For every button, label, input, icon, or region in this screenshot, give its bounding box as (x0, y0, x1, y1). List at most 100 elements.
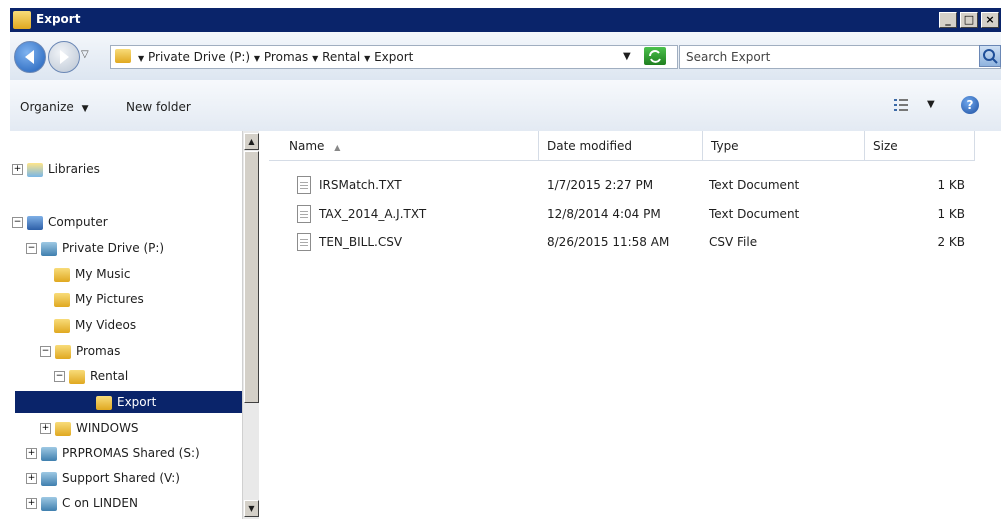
tree-item-support-shared[interactable]: + Support Shared (V:) (26, 467, 180, 489)
breadcrumb-item-promas[interactable]: Promas (264, 50, 308, 64)
tree-item-label: My Videos (75, 318, 137, 332)
column-header-type[interactable]: Type (703, 131, 865, 161)
chevron-down-icon: ▼ (81, 104, 89, 114)
tree-item-label: My Pictures (75, 292, 144, 306)
collapse-icon[interactable]: − (12, 217, 23, 228)
breadcrumb-item-rental[interactable]: Rental (322, 50, 360, 64)
close-button[interactable]: × (981, 12, 999, 28)
tree-item-private-drive[interactable]: − Private Drive (P:) (26, 237, 164, 259)
tree-item-c-on-linden[interactable]: + C on LINDEN (26, 492, 138, 514)
title-bar[interactable]: Export _ □ × (10, 8, 1001, 32)
tree-item-computer[interactable]: − Computer (12, 211, 108, 233)
new-folder-button[interactable]: New folder (126, 100, 191, 114)
tree-item-my-music[interactable]: My Music (54, 263, 130, 285)
folder-icon (115, 49, 131, 63)
view-details-icon (894, 99, 908, 111)
change-view-button[interactable] (894, 98, 908, 112)
maximize-button[interactable]: □ (960, 12, 978, 28)
expand-icon[interactable]: + (40, 423, 51, 434)
tree-item-prpromas-shared[interactable]: + PRPROMAS Shared (S:) (26, 442, 200, 464)
collapse-icon[interactable]: − (40, 346, 51, 357)
file-row[interactable]: IRSMatch.TXT 1/7/2015 2:27 PM Text Docum… (259, 173, 1001, 197)
libraries-icon (27, 162, 43, 177)
tree-item-label: PRPROMAS Shared (S:) (62, 446, 200, 460)
expand-icon[interactable]: + (26, 473, 37, 484)
address-dropdown-icon[interactable]: ▼ (623, 51, 631, 62)
help-button[interactable]: ? (961, 96, 979, 114)
tree-item-my-videos[interactable]: My Videos (54, 314, 136, 336)
tree-item-label: Support Shared (V:) (62, 471, 180, 485)
back-button[interactable] (14, 41, 46, 73)
network-drive-icon (41, 471, 57, 486)
pictures-folder-icon (54, 292, 70, 307)
breadcrumb-item-export[interactable]: Export (374, 50, 413, 64)
tree-item-libraries[interactable]: + Libraries (12, 158, 100, 180)
tree-item-export[interactable]: Export (15, 391, 242, 413)
file-size: 1 KB (937, 207, 965, 221)
forward-button[interactable] (48, 41, 80, 73)
breadcrumb-item-private-drive[interactable]: Private Drive (P:) (148, 50, 250, 64)
scroll-thumb[interactable] (244, 151, 259, 403)
minimize-button[interactable]: _ (939, 12, 957, 28)
column-header-name[interactable]: Name ▲ (269, 131, 539, 161)
tree-item-my-pictures[interactable]: My Pictures (54, 288, 144, 310)
address-bar: ▽ ▼ Private Drive (P:) ▼ Promas ▼ Rental… (10, 32, 1001, 81)
expand-icon[interactable]: + (12, 164, 23, 175)
search-box[interactable]: Search Export (679, 45, 1001, 69)
text-file-icon (297, 176, 311, 194)
file-name: TAX_2014_A.J.TXT (319, 207, 427, 221)
chevron-down-icon[interactable]: ▼ (138, 54, 144, 63)
navigation-scrollbar[interactable]: ▲ ▼ (242, 131, 260, 519)
tree-item-label: Rental (90, 369, 129, 383)
file-type: Text Document (709, 207, 800, 221)
tree-item-promas[interactable]: − Promas (40, 340, 120, 362)
file-type: CSV File (709, 235, 758, 249)
file-list: Name ▲ Date modified Type Size IRSMatch.… (259, 131, 1001, 519)
collapse-icon[interactable]: − (26, 243, 37, 254)
collapse-icon[interactable]: − (54, 371, 65, 382)
file-date: 12/8/2014 4:04 PM (547, 207, 661, 221)
column-header-date-modified[interactable]: Date modified (539, 131, 703, 161)
tree-item-label: Export (117, 395, 157, 409)
refresh-button[interactable] (644, 47, 666, 65)
folder-icon (69, 369, 85, 384)
folder-icon (96, 395, 112, 410)
text-file-icon (297, 205, 311, 223)
command-bar: Organize ▼ New folder ▼ ? (10, 80, 1001, 132)
file-date: 8/26/2015 11:58 AM (547, 235, 670, 249)
search-button[interactable] (979, 45, 1001, 67)
file-type: Text Document (709, 178, 800, 192)
file-row[interactable]: TAX_2014_A.J.TXT 12/8/2014 4:04 PM Text … (259, 202, 1001, 226)
tree-item-label: Promas (76, 344, 121, 358)
breadcrumb[interactable]: ▼ Private Drive (P:) ▼ Promas ▼ Rental ▼… (110, 45, 678, 69)
search-placeholder: Search Export (686, 50, 771, 64)
forward-arrow-icon (60, 50, 69, 64)
refresh-icon (649, 50, 661, 63)
view-options-chevron-icon[interactable]: ▼ (927, 99, 935, 110)
file-name: TEN_BILL.CSV (319, 235, 403, 249)
expand-icon[interactable]: + (26, 448, 37, 459)
organize-label: Organize (20, 100, 74, 114)
expand-icon[interactable]: + (26, 498, 37, 509)
window-title: Export (36, 12, 81, 26)
sort-ascending-icon: ▲ (334, 143, 341, 152)
scroll-down-button[interactable]: ▼ (244, 500, 259, 517)
recent-pages-chevron-icon[interactable]: ▽ (81, 49, 89, 60)
tree-item-label: Private Drive (P:) (62, 241, 165, 255)
tree-item-rental[interactable]: − Rental (54, 365, 128, 387)
back-arrow-icon (25, 50, 34, 64)
column-header-size[interactable]: Size (865, 131, 975, 161)
tree-item-windows[interactable]: + WINDOWS (40, 417, 139, 439)
chevron-down-icon[interactable]: ▼ (364, 54, 370, 63)
navigation-pane: + Libraries − Computer − Private Drive (P:)… (10, 131, 242, 519)
videos-folder-icon (54, 318, 70, 333)
tree-item-label: C on LINDEN (62, 496, 138, 510)
scroll-up-button[interactable]: ▲ (244, 133, 259, 150)
chevron-down-icon[interactable]: ▼ (312, 54, 318, 63)
tree-item-label: WINDOWS (76, 421, 139, 435)
folder-icon (13, 11, 31, 29)
organize-button[interactable]: Organize ▼ (20, 100, 89, 114)
chevron-down-icon[interactable]: ▼ (254, 54, 260, 63)
explorer-window: Export _ □ × ▽ ▼ Private Drive (P:) ▼ Pr… (0, 0, 1001, 519)
file-row[interactable]: TEN_BILL.CSV 8/26/2015 11:58 AM CSV File… (259, 230, 1001, 254)
